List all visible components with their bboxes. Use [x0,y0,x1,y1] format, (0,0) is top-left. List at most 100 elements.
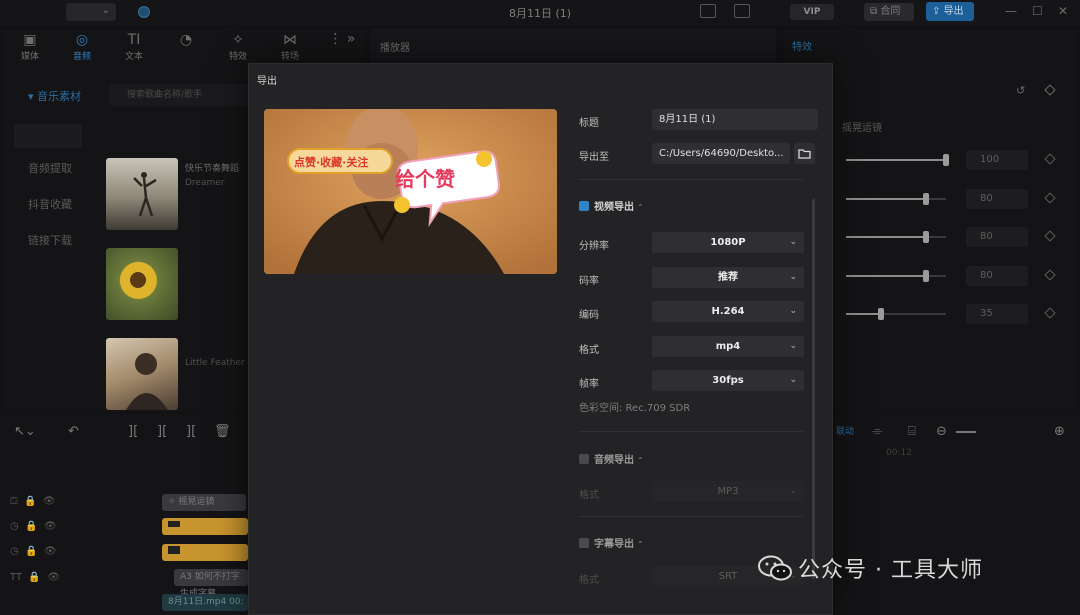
side-item-music[interactable]: ▾ 音乐素材 [14,82,94,118]
slider-handle[interactable] [943,154,949,166]
side-nav-placeholder [14,124,82,148]
slider-handle[interactable] [923,231,929,243]
vip-badge[interactable]: VIP [790,4,834,20]
property-slider[interactable]: 80 [846,227,1056,247]
minimize-icon[interactable]: — [1005,4,1017,18]
slider-fill [846,197,926,200]
track-controls[interactable]: TT 🔒 👁 [10,572,60,583]
format-select[interactable]: mp4 ⌄ [652,335,804,357]
slider-value-input[interactable]: 35 [966,304,1028,324]
trim-left-icon[interactable]: ][ [157,424,167,439]
tool-tabs: ▣ 媒体 ◎ 音频 TI 文本 ◔ ✧ 特效 ⋈ 转场 ⋮ » [4,28,366,64]
property-slider[interactable]: 100 [846,150,1056,170]
close-icon[interactable]: ✕ [1058,4,1068,18]
effect-name: 摇晃运镜 [842,123,882,134]
window-title: 8月11日 (1) [508,7,572,20]
search-input[interactable]: 搜索歌曲名称/歌手 [109,84,259,106]
slider-fill [846,313,881,315]
tab-audio[interactable]: ◎ 音频 [62,31,102,62]
trim-right-icon[interactable]: ][ [186,424,196,439]
export-dialog: 导出 给个赞 点赞·收藏·关注 标题 8月11日 (1) 导出至 C:/User… [248,63,833,615]
dialog-scrollbar[interactable] [812,199,815,579]
effect-clip[interactable]: ✧ 摇晃运镜 [162,494,246,511]
resolution-select[interactable]: 1080P ⌄ [652,232,804,253]
chevron-down-icon: ⌄ [789,486,797,496]
share-button[interactable]: ⧉ 合同 [864,3,914,21]
zoom-in-icon[interactable]: ⊕ [1054,424,1065,439]
tab-effect-props[interactable]: 特效 [792,38,812,53]
person-image [126,353,168,410]
wechat-icon [758,555,792,581]
music-thumbnail[interactable] [106,158,178,230]
reset-icon[interactable]: ↺ [1016,84,1025,97]
bitrate-select[interactable]: 推荐 ⌄ [652,266,804,288]
music-thumbnail[interactable] [106,248,178,320]
property-slider[interactable]: 80 [846,265,1056,286]
export-to-label: 导出至 [579,152,609,163]
keyframe-icon[interactable] [1044,191,1056,204]
zoom-slider[interactable] [956,431,976,433]
video-clip[interactable]: 8月11日.mp4 00: [162,594,248,611]
delete-icon[interactable]: 🗑 [214,424,231,439]
folder-icon [798,149,811,159]
codec-select[interactable]: H.264 ⌄ [652,301,804,322]
track-controls[interactable]: ⛋ 🔒 👁 [10,496,55,507]
select-tool-icon[interactable]: ↖⌄ [14,424,36,439]
track-controls[interactable]: ◷ 🔒 👁 [10,546,57,557]
side-item-audio-extract[interactable]: 音频提取 [14,154,94,190]
music-thumbnail[interactable] [106,338,178,410]
export-top-button[interactable]: ⇪ 导出 [926,2,974,21]
browse-folder-button[interactable] [794,143,815,164]
keyframe-icon[interactable] [1044,268,1056,281]
checkbox-unchecked-icon [579,454,589,464]
audio-icon: ◎ [75,32,89,48]
video-export-toggle[interactable]: 视频导出 ⌃ [579,198,644,213]
title-label: 标题 [579,118,599,129]
slider-handle[interactable] [878,308,884,320]
layout-icon[interactable] [734,4,750,18]
title-input[interactable]: 8月11日 (1) [652,109,818,130]
zoom-out-icon[interactable]: ⊖ [936,424,947,439]
more-tabs-icon[interactable]: ⋮ » [322,31,362,47]
sticker-clip[interactable] [162,544,248,561]
tab-text[interactable]: TI 文本 [114,31,154,62]
export-path-input[interactable]: C:/Users/64690/Deskto... [652,143,790,164]
slider-handle[interactable] [923,192,929,205]
audio-format-select[interactable]: MP3 ⌄ [652,481,804,502]
slider-value-input[interactable]: 80 [966,188,1028,209]
property-slider[interactable]: 35 [846,304,1056,324]
audio-export-toggle[interactable]: 音频导出 ⌃ [579,451,644,466]
slider-handle[interactable] [923,269,929,282]
tab-effects[interactable]: ✧ 特效 [218,31,258,62]
tab-transition[interactable]: ⋈ 转场 [270,31,310,62]
track-controls[interactable]: ◷ 🔒 👁 [10,521,57,532]
colorspace-text: 色彩空间: Rec.709 SDR [579,403,691,414]
media-icon: ▣ [23,32,37,48]
maximize-icon[interactable]: ☐ [1032,4,1043,18]
snapshot-icon[interactable]: ⌸ [908,424,916,439]
keyframe-icon[interactable] [1044,84,1056,96]
subtitle-export-toggle[interactable]: 字幕导出 ⌃ [579,535,644,550]
property-slider[interactable]: 80 [846,188,1056,209]
undo-icon[interactable]: ↶ [68,424,79,439]
framerate-select[interactable]: 30fps ⌄ [652,370,804,391]
slider-fill [846,159,946,161]
keyframe-icon[interactable] [1044,153,1056,165]
sticker-clip[interactable] [162,518,248,535]
shortcut-icon[interactable] [700,4,716,18]
slider-value-input[interactable]: 80 [966,265,1028,286]
subtitle-clip[interactable]: A3 如何不打字生成字幕 [174,569,248,599]
slider-value-input[interactable]: 100 [966,150,1028,170]
keyframe-icon[interactable] [1044,230,1056,242]
split-icon[interactable]: ][ [128,424,138,439]
slider-value-input[interactable]: 80 [966,227,1028,247]
link-toggle-icon[interactable]: 联动 [836,424,854,437]
side-item-link-download[interactable]: 链接下载 [14,226,94,262]
side-item-douyin[interactable]: 抖音收藏 [14,190,94,226]
split-view-icon[interactable]: ⌯ [872,424,882,439]
tab-media[interactable]: ▣ 媒体 [10,31,50,62]
slider-fill [846,274,926,277]
keyframe-icon[interactable] [1044,307,1056,319]
codec-label: 编码 [579,310,599,321]
tab-sticker[interactable]: ◔ [166,31,206,49]
